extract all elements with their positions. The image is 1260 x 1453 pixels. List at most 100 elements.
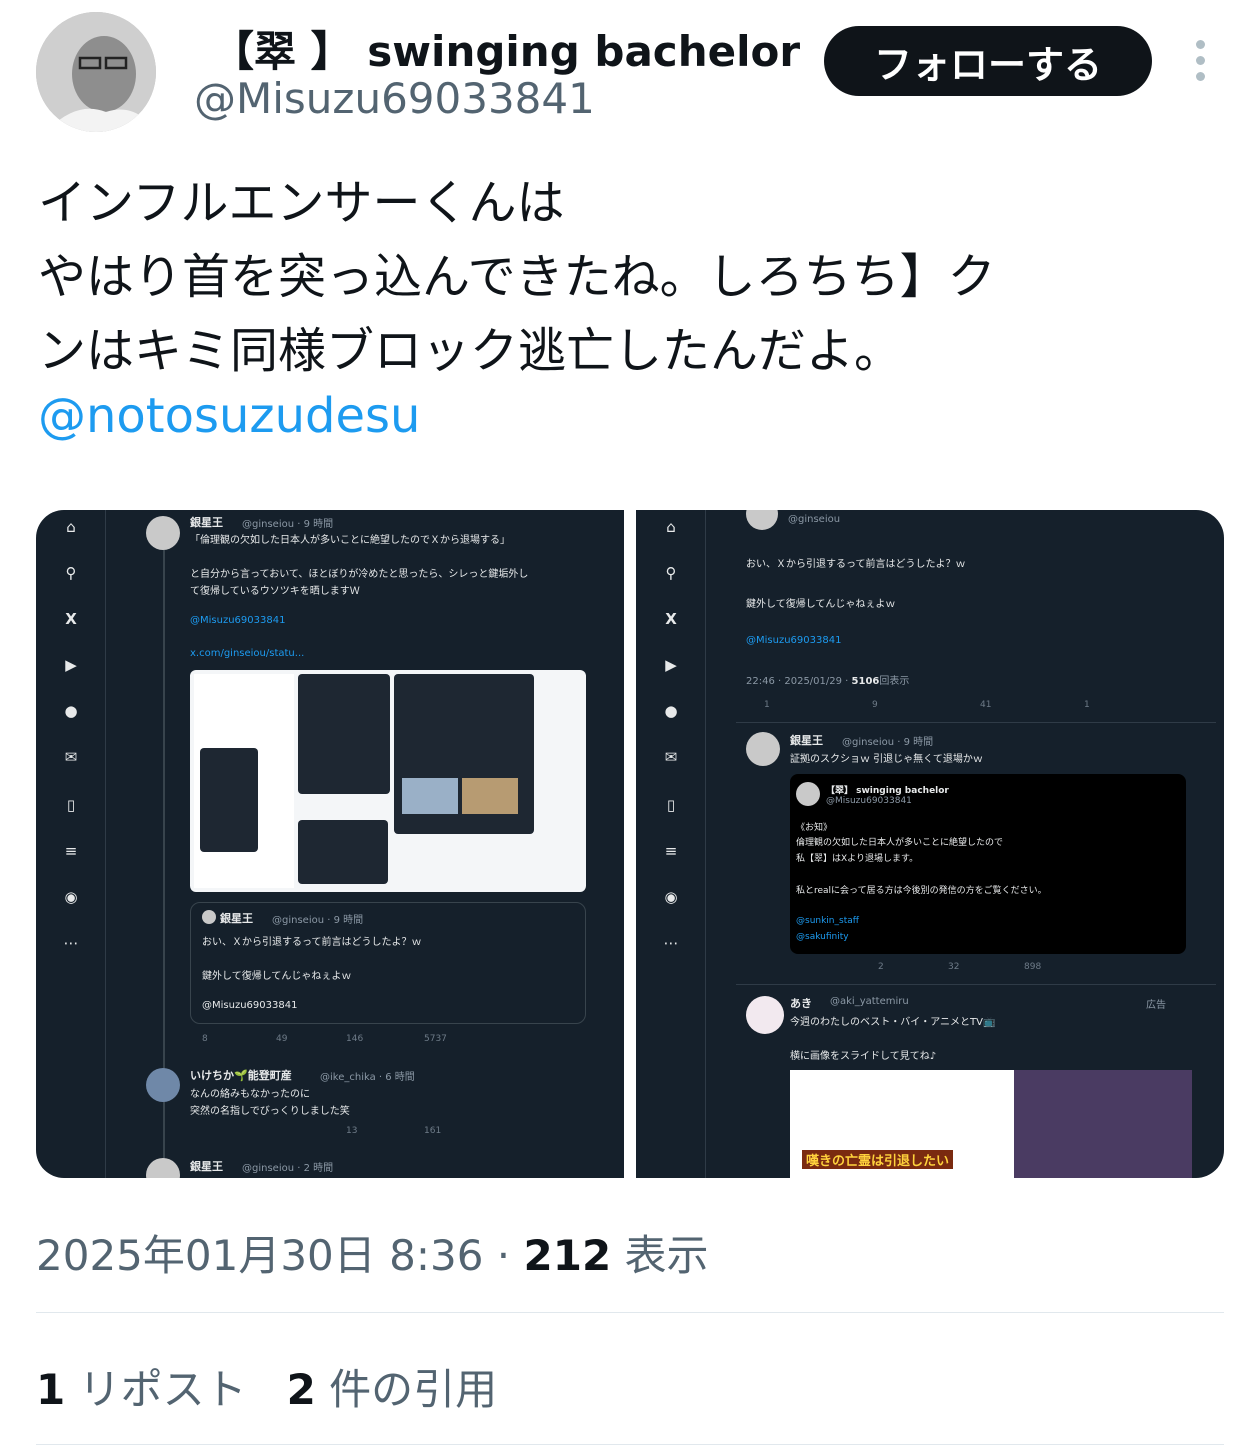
post-mention: @Misuzu69033841	[746, 635, 842, 646]
tweet-line: やはり首を突っ込んできたね。しろちち】ク	[38, 249, 996, 305]
ad-text: 今週のわたしのベスト・バイ・アニメとTV📺	[790, 1017, 996, 1028]
repost-count: 1	[36, 1365, 66, 1414]
like-count: 13	[346, 1126, 358, 1136]
views-label: 回表示	[879, 676, 910, 687]
bookmark-icon: ▯	[66, 796, 76, 814]
ad-banner-title: 嘆きの亡霊は引退したい	[802, 1150, 954, 1169]
nav-rail: ⌂ ⚲ X ▶ ● ✉ ▯ ≡ ◉ ⋯	[636, 510, 706, 1178]
repost-count: 2	[878, 962, 884, 972]
tweet-text: インフルエンサーくんは やはり首を突っ込んできたね。しろちち】ク ンはキミ同様ブ…	[38, 166, 1228, 388]
post-meta: @ginseiou · 9 時間	[242, 519, 334, 530]
bell-icon: ●	[64, 702, 78, 720]
reply-name: いけちか🌱能登町産	[190, 1069, 292, 1082]
quote-text: おい、Ｘから引退するって前言はどうしたよ？ｗ	[202, 937, 422, 948]
post-meta: @ginseiou · 9 時間	[842, 737, 934, 748]
divider	[36, 1444, 1224, 1445]
profile-icon: ◉	[664, 888, 678, 906]
play-icon: ▶	[65, 656, 77, 674]
post-name: 銀星王	[790, 734, 823, 747]
post-text: 証拠のスクショｗ 引退じゃ無くて退場かｗ	[790, 754, 983, 765]
post-avatar	[202, 910, 216, 924]
nested-image	[190, 670, 586, 892]
reply-count: 1	[764, 700, 770, 710]
post-avatar	[746, 510, 778, 530]
card-handle: @Misuzu69033841	[826, 796, 912, 806]
view-count: 5737	[424, 1034, 447, 1044]
bell-icon: ●	[664, 702, 678, 720]
quotes-link[interactable]: 2 件の引用	[287, 1365, 498, 1414]
author-handle[interactable]: @Misuzu69033841	[194, 74, 595, 123]
views-count: 5106	[851, 676, 880, 687]
home-icon: ⌂	[666, 518, 676, 536]
post-meta: @ginseiou · 2 時間	[242, 1163, 334, 1174]
quote-name: 銀星王	[220, 912, 253, 925]
screenshot-right[interactable]: ⌂ ⚲ X ▶ ● ✉ ▯ ≡ ◉ ⋯ @ginseiou おい、Ｘから引退する…	[636, 510, 1224, 1178]
bookmark-icon: ▯	[666, 796, 676, 814]
reposts-link[interactable]: 1 リポスト	[36, 1365, 247, 1414]
tweet-line: インフルエンサーくんは	[38, 175, 565, 231]
more-icon: ⋯	[63, 934, 79, 952]
card-text: 《お知》	[796, 823, 833, 833]
list-icon: ≡	[64, 842, 78, 860]
ad-meta: @aki_yattemiru	[830, 996, 909, 1007]
post-name: 銀星王	[190, 516, 223, 529]
card-text: 倫理観の欠如した日本人が多いことに絶望したので	[796, 838, 1004, 848]
more-options-icon[interactable]	[1188, 40, 1212, 88]
grok-icon: X	[65, 610, 77, 628]
ad-label: 広告	[1146, 1000, 1166, 1011]
mail-icon: ✉	[664, 748, 678, 766]
post-text: おい、Ｘから引退するって前言はどうしたよ？ｗ	[746, 559, 966, 570]
card-avatar	[796, 782, 820, 806]
post-avatar	[146, 516, 180, 550]
media-grid[interactable]: ⌂ ⚲ X ▶ ● ✉ ▯ ≡ ◉ ⋯ 銀星王 @ginseiou · 9 時間…	[36, 510, 1224, 1178]
card-text: 私とrealに会って居る方は今後別の発信の方をご覧ください。	[796, 886, 1047, 896]
reply-avatar	[146, 1068, 180, 1102]
search-icon: ⚲	[65, 564, 77, 582]
view-count: 161	[424, 1126, 442, 1136]
view-label: 表示	[611, 1231, 709, 1280]
list-icon: ≡	[664, 842, 678, 860]
quote-meta: @ginseiou · 9 時間	[272, 915, 364, 926]
timestamp-text: 2025年01月30日 8:36 ·	[36, 1231, 524, 1280]
like-count: 41	[980, 700, 992, 710]
divider	[36, 1312, 1224, 1313]
post-avatar	[746, 732, 780, 766]
quote-label: 件の引用	[315, 1365, 498, 1414]
follow-button[interactable]: フォローする	[824, 26, 1152, 96]
like-count: 32	[948, 962, 960, 972]
post-meta: @ginseiou	[788, 514, 841, 525]
quote-text: @Misuzu69033841	[202, 1000, 298, 1011]
ad-name: あき	[790, 997, 812, 1010]
divider	[736, 722, 1216, 723]
repost-count: 9	[872, 700, 878, 710]
search-icon: ⚲	[665, 564, 677, 582]
tweet-timestamp: 2025年01月30日 8:36 · 212 表示	[36, 1222, 709, 1283]
author-display-name[interactable]: 【翠 】 swinging bachelor	[212, 18, 800, 79]
post-avatar	[146, 1158, 180, 1178]
card-name: 【翠】 swinging bachelor	[826, 786, 949, 796]
ad-avatar	[746, 996, 784, 1034]
author-avatar[interactable]	[36, 12, 156, 132]
play-icon: ▶	[665, 656, 677, 674]
post-text: て復帰しているウソツキを晒しますＷ	[190, 586, 360, 597]
ad-text: 横に画像をスライドして見てね♪	[790, 1051, 937, 1062]
reply-text: なんの絡みもなかったのに	[190, 1089, 310, 1100]
tweet-line: ンはキミ同様ブロック逃亡したんだよ。	[38, 323, 903, 379]
post-link: x.com/ginseiou/statu...	[190, 648, 305, 659]
post-text: と自分から言っておいて、ほとぼりが冷めたと思ったら、シレっと鍵垢外し	[190, 569, 529, 580]
card-link: @sakufinity	[796, 932, 849, 942]
card-text: 私【翠】はXより退場します。	[796, 854, 919, 864]
tweet-mention-link[interactable]: @notosuzudesu	[38, 388, 420, 444]
mail-icon: ✉	[64, 748, 78, 766]
reply-text: 突然の名指しでびっくりしました笑	[190, 1106, 350, 1117]
engagement-stats: 1 リポスト 2 件の引用	[36, 1356, 497, 1417]
nav-rail: ⌂ ⚲ X ▶ ● ✉ ▯ ≡ ◉ ⋯	[36, 510, 106, 1178]
home-icon: ⌂	[66, 518, 76, 536]
screenshot-left[interactable]: ⌂ ⚲ X ▶ ● ✉ ▯ ≡ ◉ ⋯ 銀星王 @ginseiou · 9 時間…	[36, 510, 624, 1178]
post-name: 銀星王	[190, 1160, 223, 1173]
like-count: 146	[346, 1034, 364, 1044]
quote-text: 鍵外して復帰してんじゃねぇよｗ	[202, 971, 352, 982]
view-count: 898	[1024, 962, 1042, 972]
repost-label: リポスト	[65, 1365, 247, 1414]
reply-count: 8	[202, 1034, 208, 1044]
